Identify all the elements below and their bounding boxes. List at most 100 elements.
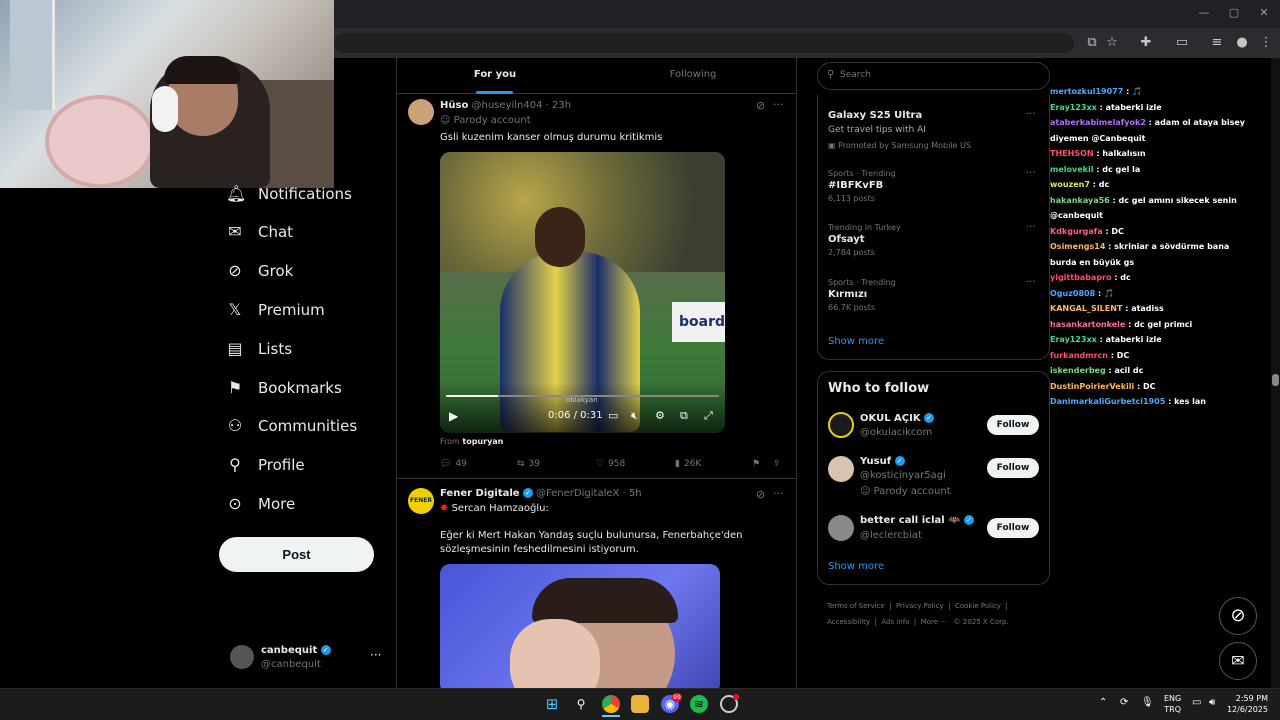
post-button[interactable]: Post (219, 537, 374, 572)
side-panel-icon[interactable]: ▭ (1173, 34, 1191, 52)
mute-icon[interactable]: 🔇︎ (631, 409, 638, 423)
sidebar-item-lists[interactable]: ▤ Lists (226, 332, 292, 366)
more-dots-icon[interactable]: ··· (1026, 109, 1036, 120)
extensions-icon[interactable]: ✚ (1137, 34, 1155, 52)
like-button[interactable]: ♡ 958 (596, 459, 625, 469)
follow-name[interactable]: better call iclal 🦇 ✓ (860, 515, 975, 526)
sidebar-item-communities[interactable]: ⚇ Communities (226, 409, 357, 443)
footer-copyright: © 2025 X Corp. (953, 618, 1009, 626)
sidebar-item-profile[interactable]: ⚲ Profile (226, 448, 305, 482)
sidebar-item-grok[interactable]: ⊘ Grok (226, 254, 293, 288)
search-icon[interactable]: ⚲ (572, 695, 590, 713)
more-dots-icon[interactable]: ··· (773, 487, 784, 500)
views-button[interactable]: ▮ 26K (675, 459, 701, 469)
volume-icon[interactable]: 🔊︎ (1209, 697, 1215, 708)
more-dots-icon[interactable]: ··· (773, 98, 784, 111)
reading-list-icon[interactable]: ≡ (1208, 34, 1226, 52)
account-switcher[interactable]: canbequit ✓ @canbequit ··· (230, 642, 390, 676)
trend-item[interactable]: Sports · Trending Kırmızı 66.7K posts (828, 278, 896, 312)
chat-message: iskenderbeg : acil dc (1050, 366, 1144, 375)
windows-start-icon[interactable]: ⊞ (543, 695, 561, 713)
chevron-up-icon[interactable]: ⌃ (1099, 697, 1107, 708)
tweet[interactable]: FENER Fener Digitale ✓ @FenerDigitaleX ·… (397, 480, 796, 688)
show-more-link[interactable]: Show more (828, 336, 884, 347)
chat-message: DanimarkaliGurbetci1905 : kes lan (1050, 397, 1206, 406)
maximize-icon[interactable]: ▢ (1226, 6, 1242, 22)
bookmark-star-icon[interactable]: ☆ (1103, 34, 1121, 52)
sync-icon[interactable]: ⟳ (1120, 697, 1128, 708)
microphone-icon[interactable]: 🎙︎ (1141, 697, 1154, 708)
sidebar-item-more[interactable]: ⊙ More (226, 487, 295, 521)
file-explorer-icon[interactable] (631, 695, 649, 713)
tweet-timestamp[interactable]: 5h (629, 488, 642, 499)
captions-icon[interactable]: ▭ (608, 409, 618, 422)
address-bar[interactable] (334, 33, 1074, 53)
install-app-icon[interactable]: ⧉ (1083, 34, 1101, 52)
footer-link[interactable]: Terms of Service (827, 602, 885, 610)
tweet-author-name[interactable]: Hüso (440, 100, 468, 111)
grok-icon[interactable]: ⊘ (756, 99, 765, 112)
fullscreen-icon[interactable]: ⤢ (704, 409, 713, 423)
sidebar-item-premium[interactable]: 𝕏 Premium (226, 293, 325, 327)
footer-link[interactable]: More ··· (921, 618, 947, 626)
avatar (230, 645, 254, 669)
sidebar-item-chat[interactable]: ✉ Chat (226, 215, 293, 249)
footer-link[interactable]: Ads info (881, 618, 909, 626)
more-dots-icon[interactable]: ··· (370, 648, 381, 662)
more-dots-icon[interactable]: ··· (1026, 222, 1036, 233)
messages-floating-button[interactable]: ✉ (1219, 642, 1257, 680)
sidebar-item-bookmarks[interactable]: ⚑ Bookmarks (226, 371, 342, 405)
search-input[interactable]: ⚲ Search (817, 62, 1050, 90)
tweet-handle[interactable]: @FenerDigitaleX (536, 488, 619, 499)
trend-item[interactable]: Sports · Trending #IBFKvFB 6,113 posts (828, 169, 896, 203)
page-scrollbar[interactable] (1271, 58, 1280, 688)
profile-avatar-icon[interactable]: ● (1233, 34, 1251, 52)
close-icon[interactable]: ✕ (1256, 6, 1272, 22)
repost-button[interactable]: ⇆ 39 (517, 459, 540, 469)
chrome-icon[interactable] (602, 695, 620, 713)
network-icon[interactable]: ▭ (1192, 697, 1201, 708)
follow-button[interactable]: Follow (987, 415, 1039, 435)
browser-menu-icon[interactable]: ⋮ (1257, 34, 1275, 52)
chat-message: KANGAL_SILENT : atadiss (1050, 304, 1164, 313)
promo-title[interactable]: Galaxy S25 Ultra (828, 110, 922, 121)
pip-icon[interactable]: ⧉ (680, 409, 688, 423)
trend-item[interactable]: Trending in Turkey Ofsayt 2,784 posts (828, 223, 901, 257)
more-dots-icon[interactable]: ··· (1026, 277, 1036, 288)
reply-button[interactable]: 💬︎ 49 (440, 459, 467, 469)
tweet-author-name[interactable]: Fener Digitale (440, 488, 520, 499)
tweet-video[interactable]: board oblakyan ▶ 0:06 / 0:31 ▭ 🔇︎ ⚙ ⧉ ⤢ (440, 152, 725, 433)
scrollbar-thumb[interactable] (1272, 374, 1279, 386)
show-more-link[interactable]: Show more (828, 561, 884, 572)
play-icon[interactable]: ▶ (449, 409, 458, 423)
grok-floating-button[interactable]: ⊘ (1219, 597, 1257, 635)
chat-message: Osimengs14 : skriniar a sövdürme bana bu… (1050, 242, 1230, 267)
tweet-image[interactable] (440, 564, 720, 688)
language-indicator[interactable]: ENG TRQ (1164, 693, 1181, 715)
follow-button[interactable]: Follow (987, 518, 1039, 538)
tweet-handle[interactable]: @huseyiln404 (472, 100, 543, 111)
video-source-link[interactable]: topuryan (462, 437, 503, 446)
grok-icon[interactable]: ⊘ (756, 488, 765, 501)
video-progress-track[interactable] (446, 395, 719, 397)
tab-following[interactable]: Following (593, 58, 793, 94)
share-icon[interactable]: ⇪ (773, 459, 781, 469)
follow-name[interactable]: OKUL AÇIK ✓ (860, 413, 935, 424)
footer-link[interactable]: Cookie Policy (955, 602, 1001, 610)
spotify-icon[interactable]: ≋ (690, 695, 708, 713)
follow-button[interactable]: Follow (987, 458, 1039, 478)
chat-message: Eray123xx : ataberki izle (1050, 102, 1162, 112)
tab-for-you[interactable]: For you (397, 58, 593, 94)
bookmark-icon[interactable]: ⚑ (752, 459, 760, 469)
clock[interactable]: 2:59 PM 12/6/2025 (1226, 693, 1268, 715)
more-dots-icon[interactable]: ··· (1026, 168, 1036, 179)
footer-link[interactable]: Accessibility (827, 618, 870, 626)
tweet[interactable]: Hüso @huseyiln404 · 23h ☺ Parody account… (397, 95, 796, 479)
sidebar-item-label: Profile (258, 456, 305, 474)
minimize-icon[interactable]: — (1196, 6, 1212, 22)
sidebar-item-notifications[interactable]: 🔔︎ Notifications (226, 177, 352, 211)
tweet-timestamp[interactable]: 23h (552, 100, 571, 111)
footer-link[interactable]: Privacy Policy (896, 602, 944, 610)
settings-gear-icon[interactable]: ⚙ (655, 409, 665, 422)
follow-name[interactable]: Yusuf ✓ (860, 456, 905, 467)
